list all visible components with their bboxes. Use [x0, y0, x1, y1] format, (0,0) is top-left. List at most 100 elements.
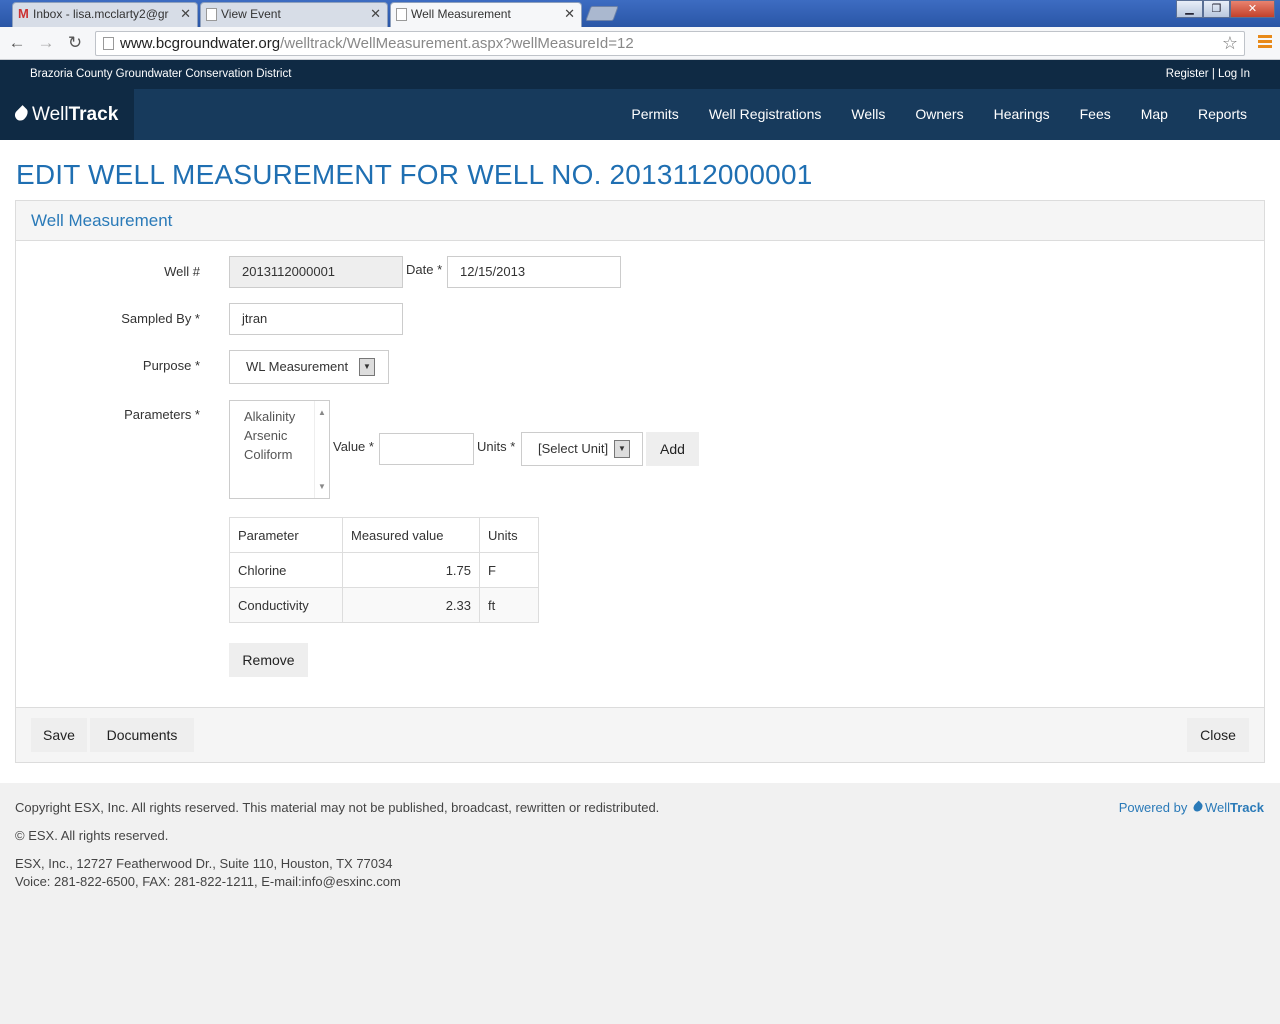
well-number-label: Well #: [164, 264, 200, 279]
nav-fees[interactable]: Fees: [1065, 89, 1126, 140]
close-icon[interactable]: ✕: [564, 3, 575, 25]
purpose-label: Purpose *: [142, 358, 200, 373]
auth-links: Register | Log In: [1166, 68, 1250, 80]
measurements-table: Parameter Measured value Units Chlorine …: [229, 517, 539, 623]
water-drop-icon: [12, 105, 31, 123]
page-title: EDIT WELL MEASUREMENT FOR WELL NO. 20131…: [16, 159, 813, 190]
browser-tab-bar: M Inbox - lisa.mcclarty2@gr ✕ View Event…: [0, 0, 1280, 27]
tab-title: Well Measurement: [411, 7, 511, 21]
listbox-scrollbar[interactable]: ▲ ▼: [314, 401, 329, 498]
contact-text: Voice: 281-822-6500, FAX: 281-822-1211, …: [15, 874, 401, 889]
nav-well-registrations[interactable]: Well Registrations: [694, 89, 837, 140]
nav-hearings[interactable]: Hearings: [979, 89, 1065, 140]
powered-by-label: Powered by: [1118, 800, 1188, 815]
address-bar[interactable]: www.bcgroundwater.org/welltrack/WellMeas…: [95, 31, 1245, 56]
panel-title: Well Measurement: [16, 201, 1264, 241]
main-nav: WellTrack Permits Well Registrations Wel…: [0, 89, 1280, 140]
login-link[interactable]: Log In: [1218, 68, 1250, 80]
powered-by[interactable]: Powered by WellTrack: [1119, 800, 1264, 815]
nav-owners[interactable]: Owners: [900, 89, 978, 140]
documents-button[interactable]: Documents: [90, 718, 194, 752]
table-cell: Conductivity: [229, 587, 343, 623]
table-cell: ft: [479, 587, 539, 623]
nav-map[interactable]: Map: [1126, 89, 1183, 140]
sampled-by-field[interactable]: jtran: [229, 303, 403, 335]
copyright-text: Copyright ESX, Inc. All rights reserved.…: [15, 800, 660, 815]
units-label: Units *: [477, 439, 516, 454]
page-icon: [206, 8, 217, 21]
units-selected: [Select Unit]: [538, 441, 609, 456]
auth-separator: |: [1211, 68, 1215, 80]
purpose-select[interactable]: WL Measurement ▼: [229, 350, 389, 384]
window-controls: ▁ ❐ ✕: [1176, 0, 1275, 18]
nav-reports[interactable]: Reports: [1183, 89, 1262, 140]
table-cell: Chlorine: [229, 552, 343, 588]
scroll-up-icon[interactable]: ▲: [318, 403, 326, 422]
value-label: Value *: [333, 439, 374, 454]
register-link[interactable]: Register: [1166, 68, 1209, 80]
date-label: Date *: [406, 262, 443, 277]
page-icon: [396, 8, 407, 21]
close-icon[interactable]: ✕: [180, 3, 191, 25]
page-icon: [103, 37, 114, 50]
page-content: EDIT WELL MEASUREMENT FOR WELL NO. 20131…: [0, 140, 1280, 783]
value-field[interactable]: [379, 433, 474, 465]
browser-menu-icon[interactable]: [1258, 35, 1272, 50]
panel-footer: Save Documents Close: [16, 707, 1264, 762]
forward-icon[interactable]: →: [34, 31, 58, 55]
table-cell: 1.75: [342, 552, 480, 588]
purpose-selected: WL Measurement: [246, 359, 349, 374]
table-row[interactable]: Chlorine 1.75 F: [229, 552, 539, 588]
powered-brand-bold: Track: [1230, 800, 1264, 815]
bookmark-star-icon[interactable]: ☆: [1222, 32, 1238, 55]
table-row[interactable]: Conductivity 2.33 ft: [229, 587, 539, 623]
maximize-button[interactable]: ❐: [1203, 0, 1230, 18]
well-number-field: 2013112000001: [229, 256, 403, 288]
powered-brand-light: Well: [1204, 800, 1231, 815]
new-tab-button[interactable]: [585, 6, 619, 21]
site-top-strip: Brazoria County Groundwater Conservation…: [0, 60, 1280, 89]
nav-wells[interactable]: Wells: [836, 89, 900, 140]
browser-tab-inbox[interactable]: M Inbox - lisa.mcclarty2@gr ✕: [12, 2, 198, 27]
tab-title: View Event: [221, 7, 281, 21]
column-header: Units: [479, 517, 539, 553]
close-icon[interactable]: ✕: [370, 3, 381, 25]
column-header: Parameter: [229, 517, 343, 553]
close-button[interactable]: Close: [1187, 718, 1249, 752]
add-button[interactable]: Add: [646, 432, 699, 466]
sampled-by-label: Sampled By *: [121, 311, 200, 326]
well-measurement-panel: Well Measurement Well # 2013112000001 Da…: [15, 200, 1265, 763]
welltrack-logo[interactable]: WellTrack: [0, 89, 134, 140]
parameters-listbox[interactable]: Alkalinity Arsenic Coliform ▲ ▼: [229, 400, 330, 499]
save-button[interactable]: Save: [31, 718, 87, 752]
remove-button[interactable]: Remove: [229, 643, 308, 677]
table-header-row: Parameter Measured value Units: [229, 517, 539, 553]
minimize-button[interactable]: ▁: [1176, 0, 1203, 18]
org-name: Brazoria County Groundwater Conservation…: [30, 68, 292, 80]
tab-title: Inbox - lisa.mcclarty2@gr: [33, 7, 169, 21]
site-footer: Copyright ESX, Inc. All rights reserved.…: [0, 783, 1280, 1024]
chevron-down-icon: ▼: [359, 358, 375, 376]
brand-bold: Track: [68, 104, 119, 125]
nav-permits[interactable]: Permits: [616, 89, 693, 140]
table-cell: F: [479, 552, 539, 588]
window-close-button[interactable]: ✕: [1230, 0, 1275, 18]
scroll-down-icon[interactable]: ▼: [318, 477, 326, 496]
water-drop-icon: [1191, 800, 1205, 814]
browser-tab-view-event[interactable]: View Event ✕: [200, 2, 388, 27]
gmail-icon: M: [18, 6, 29, 21]
column-header: Measured value: [342, 517, 480, 553]
browser-tab-well-measurement[interactable]: Well Measurement ✕: [390, 2, 582, 27]
parameters-label: Parameters *: [124, 407, 200, 422]
date-field[interactable]: 12/15/2013: [447, 256, 621, 288]
reload-icon[interactable]: ↻: [63, 31, 87, 55]
back-icon[interactable]: ←: [5, 31, 29, 55]
nav-links: Permits Well Registrations Wells Owners …: [616, 89, 1262, 140]
browser-toolbar: ← → ↻ www.bcgroundwater.org/welltrack/We…: [0, 27, 1280, 60]
table-cell: 2.33: [342, 587, 480, 623]
rights-text: © ESX. All rights reserved.: [15, 828, 169, 843]
units-select[interactable]: [Select Unit] ▼: [521, 432, 643, 466]
address-text: ESX, Inc., 12727 Featherwood Dr., Suite …: [15, 856, 393, 871]
url-host: www.bcgroundwater.org: [120, 35, 281, 52]
brand-light: Well: [32, 104, 69, 125]
